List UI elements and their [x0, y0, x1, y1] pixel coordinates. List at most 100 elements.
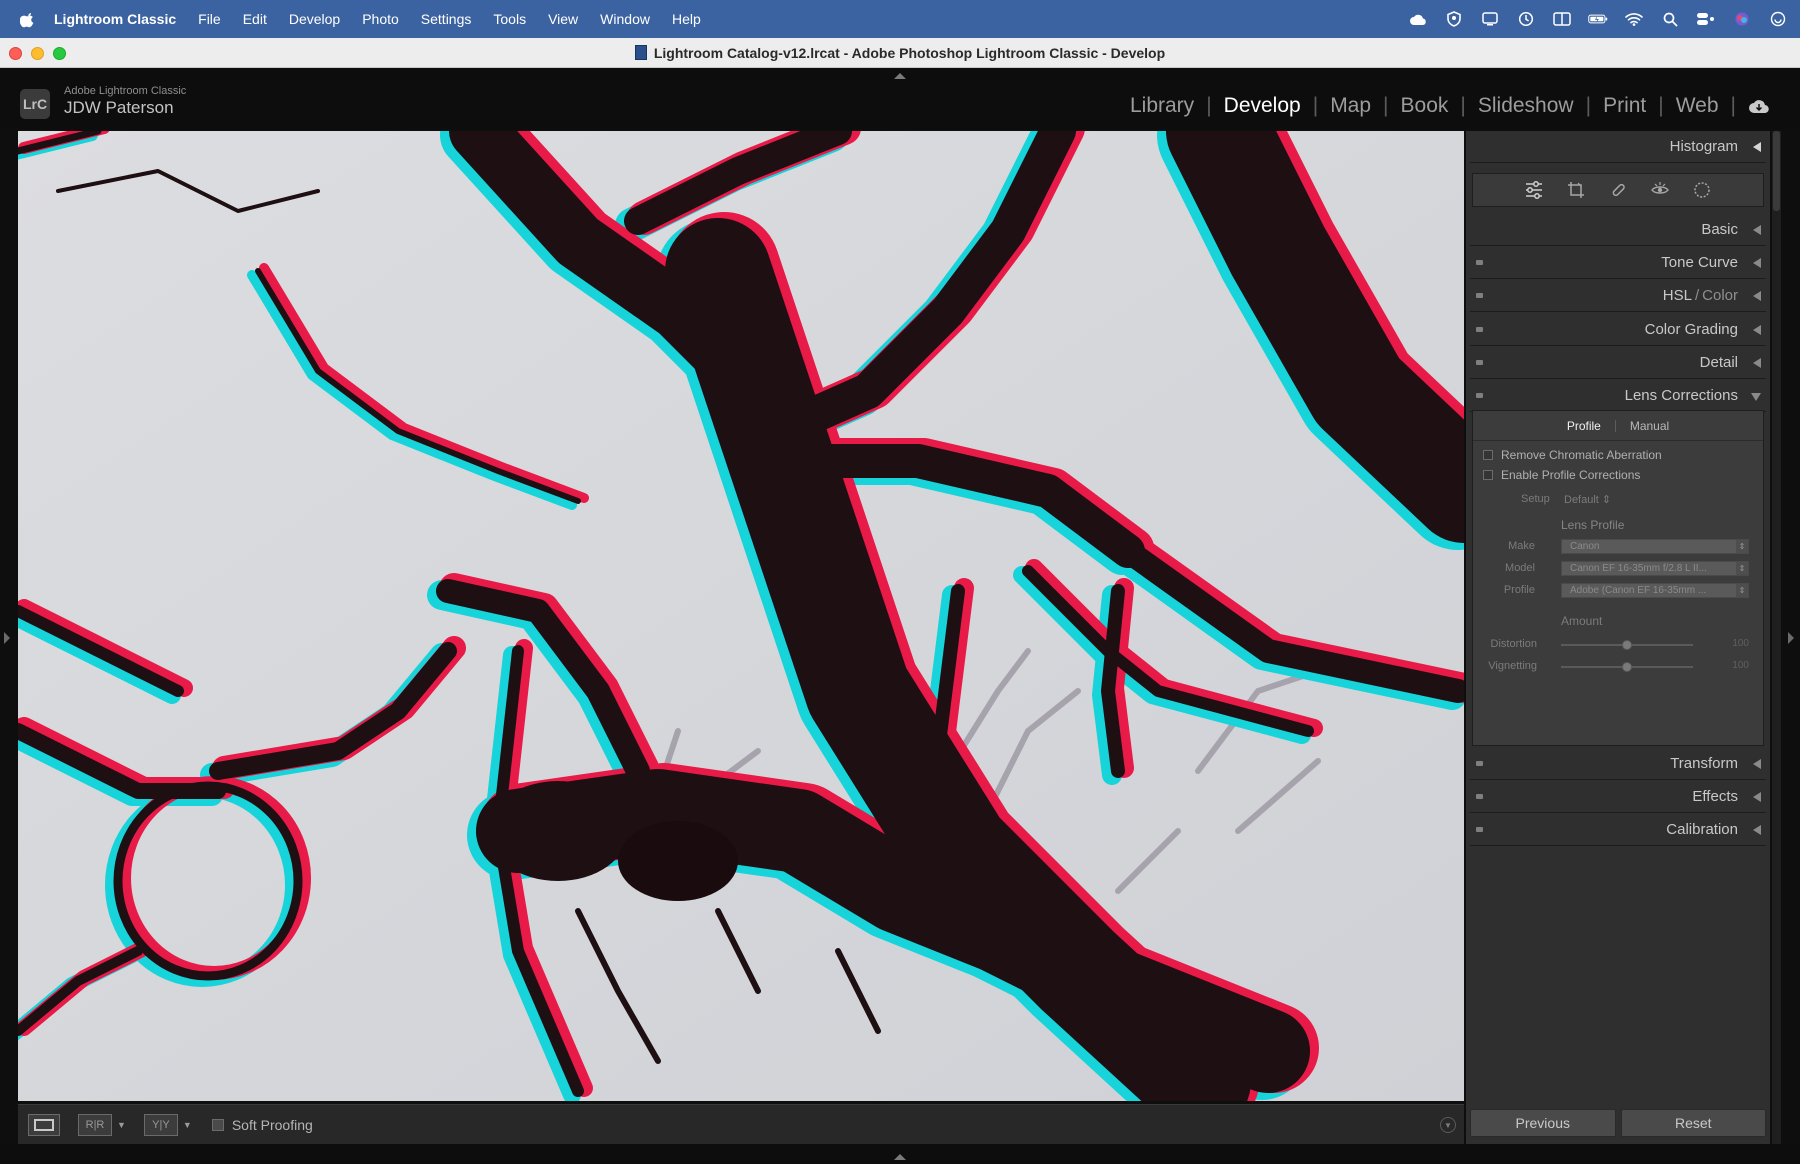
module-slideshow[interactable]: Slideshow	[1466, 94, 1586, 118]
tab-manual[interactable]: Manual	[1616, 419, 1683, 433]
mirroring-icon[interactable]	[1552, 9, 1572, 29]
basic-header[interactable]: Basic	[1470, 214, 1766, 246]
creative-cloud-icon[interactable]	[1408, 9, 1428, 29]
vpn-shield-icon[interactable]	[1444, 9, 1464, 29]
expand-triangle-icon[interactable]	[1753, 325, 1761, 335]
previous-button[interactable]: Previous	[1470, 1109, 1616, 1137]
menu-view[interactable]: View	[548, 11, 578, 27]
enable-profile-corrections-checkbox[interactable]	[1483, 470, 1493, 480]
expand-triangle-icon[interactable]	[1753, 258, 1761, 268]
menu-settings[interactable]: Settings	[421, 11, 472, 27]
collapse-triangle-icon[interactable]	[1753, 142, 1761, 152]
reset-button[interactable]: Reset	[1620, 1109, 1766, 1137]
panel-switch-icon[interactable]	[1476, 327, 1483, 332]
masking-icon[interactable]	[1691, 179, 1713, 201]
vignetting-value[interactable]: 100	[1732, 660, 1749, 671]
make-select[interactable]: Canon ⇕	[1561, 539, 1749, 554]
lens-corrections-header[interactable]: Lens Corrections	[1470, 380, 1766, 412]
fullscreen-window-button[interactable]	[53, 47, 66, 60]
display-icon[interactable]	[1480, 9, 1500, 29]
profile-select[interactable]: Adobe (Canon EF 16-35mm ... ⇕	[1561, 583, 1749, 598]
remove-chromatic-aberration-checkbox[interactable]	[1483, 450, 1493, 460]
panel-switch-icon[interactable]	[1476, 260, 1483, 265]
enable-profile-corrections-row[interactable]: Enable Profile Corrections	[1483, 468, 1640, 482]
expand-triangle-icon[interactable]	[1753, 291, 1761, 301]
apple-icon[interactable]	[20, 10, 40, 28]
edit-sliders-icon[interactable]	[1523, 179, 1545, 201]
vignetting-slider-thumb[interactable]	[1622, 662, 1632, 672]
tone-curve-header[interactable]: Tone Curve	[1470, 247, 1766, 279]
color-title[interactable]: Color	[1702, 287, 1738, 304]
effects-header[interactable]: Effects	[1470, 781, 1766, 813]
panel-switch-icon[interactable]	[1476, 393, 1483, 398]
color-grading-header[interactable]: Color Grading	[1470, 314, 1766, 346]
menu-tools[interactable]: Tools	[493, 11, 526, 27]
expand-triangle-icon[interactable]	[1753, 225, 1761, 235]
menu-bar-status-area	[1408, 0, 1788, 38]
tab-profile[interactable]: Profile	[1553, 419, 1615, 433]
time-machine-icon[interactable]	[1516, 9, 1536, 29]
expand-triangle-icon[interactable]	[1753, 825, 1761, 835]
histogram-header[interactable]: Histogram	[1470, 131, 1766, 163]
battery-icon[interactable]	[1588, 9, 1608, 29]
cloud-sync-icon[interactable]	[1748, 98, 1770, 114]
photo-preview-loupe[interactable]	[18, 131, 1464, 1101]
control-center-icon[interactable]	[1696, 9, 1716, 29]
menu-file[interactable]: File	[198, 11, 221, 27]
before-after-dropdown-icon[interactable]: ▼	[117, 1120, 126, 1130]
model-select[interactable]: Canon EF 16-35mm f/2.8 L II... ⇕	[1561, 561, 1749, 576]
wifi-icon[interactable]	[1624, 9, 1644, 29]
transform-header[interactable]: Transform	[1470, 748, 1766, 780]
close-window-button[interactable]	[9, 47, 22, 60]
menu-help[interactable]: Help	[672, 11, 701, 27]
expand-triangle-icon[interactable]	[1753, 792, 1761, 802]
panel-switch-icon[interactable]	[1476, 761, 1483, 766]
hsl-title[interactable]: HSL	[1663, 287, 1692, 304]
detail-header[interactable]: Detail	[1470, 347, 1766, 379]
distortion-value[interactable]: 100	[1732, 638, 1749, 649]
module-print[interactable]: Print	[1591, 94, 1658, 118]
enable-profile-corrections-label: Enable Profile Corrections	[1501, 468, 1641, 482]
expand-triangle-icon[interactable]	[1753, 358, 1761, 368]
swap-dropdown-icon[interactable]: ▼	[183, 1120, 192, 1130]
crop-icon[interactable]	[1565, 179, 1587, 201]
module-develop[interactable]: Develop	[1212, 94, 1313, 118]
top-panel-toggle-arrow[interactable]	[894, 73, 906, 79]
siri-icon[interactable]	[1732, 9, 1752, 29]
panel-switch-icon[interactable]	[1476, 293, 1483, 298]
setup-dropdown[interactable]: Default ⇕	[1564, 493, 1611, 506]
panel-switch-icon[interactable]	[1476, 360, 1483, 365]
module-library[interactable]: Library	[1118, 94, 1206, 118]
right-panel-scrollbar[interactable]	[1772, 131, 1781, 1144]
before-after-view-button[interactable]: R|R	[78, 1113, 112, 1136]
menu-window[interactable]: Window	[600, 11, 650, 27]
soft-proofing-checkbox[interactable]	[211, 1118, 224, 1131]
healing-icon[interactable]	[1607, 179, 1629, 201]
minimize-window-button[interactable]	[31, 47, 44, 60]
module-map[interactable]: Map	[1318, 94, 1383, 118]
red-eye-icon[interactable]	[1649, 179, 1671, 201]
bottom-panel-toggle-arrow[interactable]	[894, 1154, 906, 1160]
user-account-icon[interactable]	[1768, 9, 1788, 29]
menu-develop[interactable]: Develop	[289, 11, 340, 27]
toolbar-content-dropdown-icon[interactable]: ▼	[1440, 1117, 1456, 1133]
calibration-header[interactable]: Calibration	[1470, 814, 1766, 846]
panel-switch-icon[interactable]	[1476, 794, 1483, 799]
panel-switch-icon[interactable]	[1476, 827, 1483, 832]
left-panel-toggle-arrow[interactable]	[4, 632, 10, 644]
module-book[interactable]: Book	[1389, 94, 1461, 118]
menu-app-name[interactable]: Lightroom Classic	[54, 11, 176, 27]
scrollbar-thumb[interactable]	[1773, 131, 1780, 211]
module-web[interactable]: Web	[1664, 94, 1731, 118]
remove-chromatic-aberration-row[interactable]: Remove Chromatic Aberration	[1483, 448, 1662, 462]
distortion-slider-thumb[interactable]	[1622, 640, 1632, 650]
hsl-color-header[interactable]: HSL / Color	[1470, 280, 1766, 312]
menu-edit[interactable]: Edit	[243, 11, 267, 27]
menu-photo[interactable]: Photo	[362, 11, 399, 27]
spotlight-search-icon[interactable]	[1660, 9, 1680, 29]
right-panel-toggle-arrow[interactable]	[1788, 632, 1794, 644]
loupe-view-button[interactable]	[28, 1113, 60, 1136]
collapse-triangle-icon[interactable]	[1751, 393, 1761, 401]
before-after-swap-button[interactable]: Y|Y	[143, 1113, 178, 1136]
expand-triangle-icon[interactable]	[1753, 759, 1761, 769]
